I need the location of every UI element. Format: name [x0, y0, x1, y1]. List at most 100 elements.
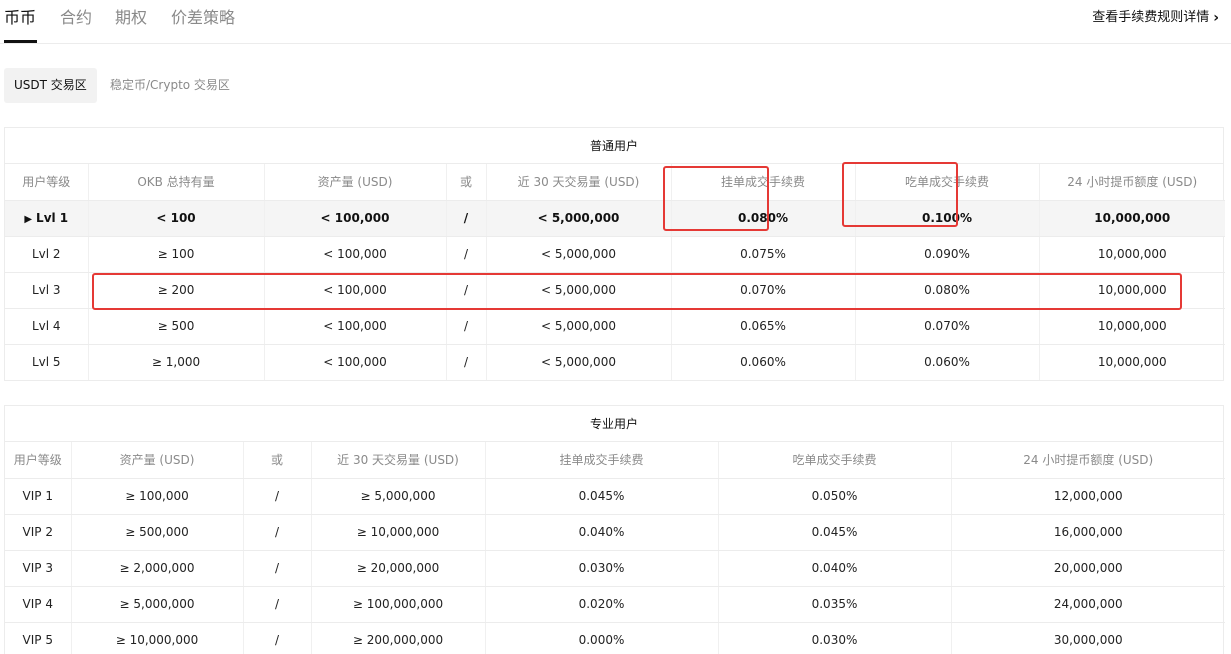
assets-cell: < 100,000 — [264, 272, 447, 309]
assets-cell: ≥ 2,000,000 — [71, 550, 244, 587]
level-cell: VIP 4 — [5, 586, 72, 623]
okb-cell: ≥ 1,000 — [88, 344, 265, 380]
level-cell: Lvl 2 — [5, 236, 89, 273]
assets-cell: ≥ 100,000 — [71, 478, 244, 515]
header-or: 或 — [446, 164, 487, 201]
assets-cell: ≥ 10,000,000 — [71, 622, 244, 654]
table-row: VIP 4 ≥ 5,000,000 / ≥ 100,000,000 0.020%… — [5, 586, 1225, 623]
level-cell: VIP 3 — [5, 550, 72, 587]
withdrawal-cell: 20,000,000 — [951, 550, 1225, 587]
table-row: Lvl 2 ≥ 100 < 100,000 / < 5,000,000 0.07… — [5, 236, 1225, 273]
okb-cell: < 100 — [88, 200, 265, 237]
header-okb-holdings: OKB 总持有量 — [88, 164, 265, 201]
header-assets: 资产量 (USD) — [264, 164, 447, 201]
assets-cell: < 100,000 — [264, 344, 447, 380]
level-cell: Lvl 4 — [5, 308, 89, 345]
header-30d-volume: 近 30 天交易量 (USD) — [486, 164, 672, 201]
or-cell: / — [446, 200, 487, 237]
subtab-stablecoin-crypto[interactable]: 稳定币/Crypto 交易区 — [100, 68, 240, 103]
maker-fee-cell: 0.060% — [671, 344, 856, 380]
withdrawal-cell: 10,000,000 — [1097, 355, 1167, 370]
header-assets: 资产量 (USD) — [71, 442, 244, 479]
or-cell: / — [446, 236, 487, 273]
or-cell: / — [243, 514, 312, 551]
maker-fee-cell: 0.030% — [485, 550, 719, 587]
maker-fee-cell: 0.065% — [671, 308, 856, 345]
withdrawal-cell: 10,000,000 — [1039, 200, 1225, 237]
assets-cell: < 100,000 — [264, 236, 447, 273]
taker-fee-cell: 0.090% — [855, 236, 1040, 273]
level-cell: VIP 1 — [5, 478, 72, 515]
active-tab-indicator — [4, 40, 37, 43]
taker-fee-cell: 0.070% — [855, 308, 1040, 345]
volume-cell: ≥ 20,000,000 — [311, 550, 486, 587]
table-row: VIP 2 ≥ 500,000 / ≥ 10,000,000 0.040% 0.… — [5, 514, 1225, 551]
header-24h-withdrawal: 24 小时提币额度 (USD) — [951, 442, 1225, 479]
or-cell: / — [446, 344, 487, 380]
header-or: 或 — [243, 442, 312, 479]
table-row: VIP 3 ≥ 2,000,000 / ≥ 20,000,000 0.030% … — [5, 550, 1225, 587]
fee-rules-link[interactable]: 查看手续费规则详情 › — [1092, 8, 1219, 28]
withdrawal-cell: 16,000,000 — [951, 514, 1225, 551]
maker-fee-cell: 0.080% — [671, 200, 856, 237]
level-cell: Lvl 5 — [5, 344, 89, 380]
table-row: Lvl 4 ≥ 500 < 100,000 / < 5,000,000 0.06… — [5, 308, 1225, 345]
level-cell: VIP 5 — [5, 622, 72, 654]
withdrawal-cell: 10,000,000 — [1039, 272, 1225, 309]
regular-user-fee-table: 普通用户 用户等级 OKB 总持有量 资产量 (USD) 或 近 30 天交易量… — [4, 127, 1225, 381]
tab-spot[interactable]: 币币 — [4, 6, 36, 30]
top-tab-bar: 币币 合约 期权 价差策略 查看手续费规则详情 › — [0, 0, 1231, 44]
withdrawal-cell: 12,000,000 — [951, 478, 1225, 515]
maker-fee-cell: 0.045% — [485, 478, 719, 515]
volume-cell: < 5,000,000 — [486, 236, 672, 273]
regular-header-row: 用户等级 OKB 总持有量 资产量 (USD) 或 近 30 天交易量 (USD… — [5, 164, 1225, 201]
level-cell: VIP 2 — [5, 514, 72, 551]
header-user-level: 用户等级 — [5, 442, 72, 479]
taker-fee-cell: 0.040% — [718, 550, 952, 587]
pro-header-row: 用户等级 资产量 (USD) 或 近 30 天交易量 (USD) 挂单成交手续费… — [5, 442, 1225, 479]
chevron-right-icon: › — [1213, 10, 1219, 26]
level-cell: Lvl 3 — [5, 272, 89, 309]
header-taker-fee: 吃单成交手续费 — [855, 164, 1040, 201]
tab-contracts[interactable]: 合约 — [60, 6, 92, 30]
or-cell: / — [243, 478, 312, 515]
maker-fee-cell: 0.000% — [485, 622, 719, 654]
maker-fee-cell: 0.040% — [485, 514, 719, 551]
or-cell: / — [243, 586, 312, 623]
pro-user-fee-table: 专业用户 用户等级 资产量 (USD) 或 近 30 天交易量 (USD) 挂单… — [4, 405, 1225, 654]
subtab-usdt[interactable]: USDT 交易区 — [4, 68, 97, 103]
header-maker-fee: 挂单成交手续费 — [671, 164, 856, 201]
header-24h-withdrawal: 24 小时提币额度 (USD) — [1039, 164, 1225, 201]
or-cell: / — [446, 308, 487, 345]
or-cell: / — [243, 622, 312, 654]
withdrawal-cell: 30,000,000 — [1053, 633, 1123, 648]
okb-cell: ≥ 100 — [88, 236, 265, 273]
header-maker-fee: 挂单成交手续费 — [485, 442, 719, 479]
pro-table-title: 专业用户 — [5, 406, 1223, 442]
volume-cell: ≥ 100,000,000 — [311, 586, 486, 623]
table-row: Lvl 3 ≥ 200 < 100,000 / < 5,000,000 0.07… — [5, 272, 1225, 309]
fee-rules-link-label: 查看手续费规则详情 — [1092, 10, 1210, 25]
withdrawal-cell: 24,000,000 — [951, 586, 1225, 623]
tab-options[interactable]: 期权 — [115, 6, 147, 30]
taker-fee-cell: 0.035% — [718, 586, 952, 623]
maker-fee-cell: 0.075% — [671, 236, 856, 273]
current-level-pointer-icon: ▶ — [24, 214, 33, 225]
assets-cell: < 100,000 — [264, 308, 447, 345]
okb-cell: ≥ 500 — [88, 308, 265, 345]
okb-cell: ≥ 200 — [88, 272, 265, 309]
withdrawal-cell: 10,000,000 — [1039, 236, 1225, 273]
volume-cell: < 5,000,000 — [486, 308, 672, 345]
table-row: VIP 5 ≥ 10,000,000 / ≥ 200,000,000 0.000… — [5, 622, 1225, 654]
assets-cell: < 100,000 — [264, 200, 447, 237]
withdrawal-cell: 10,000,000 — [1039, 308, 1225, 345]
volume-cell: < 5,000,000 — [486, 272, 672, 309]
volume-cell: ≥ 200,000,000 — [311, 622, 486, 654]
maker-fee-cell: 0.020% — [485, 586, 719, 623]
taker-fee-cell: 0.045% — [718, 514, 952, 551]
volume-cell: < 5,000,000 — [486, 344, 672, 380]
tab-spread-strategy[interactable]: 价差策略 — [171, 6, 235, 30]
regular-table-title: 普通用户 — [5, 128, 1223, 164]
header-30d-volume: 近 30 天交易量 (USD) — [311, 442, 486, 479]
maker-fee-cell: 0.070% — [671, 272, 856, 309]
